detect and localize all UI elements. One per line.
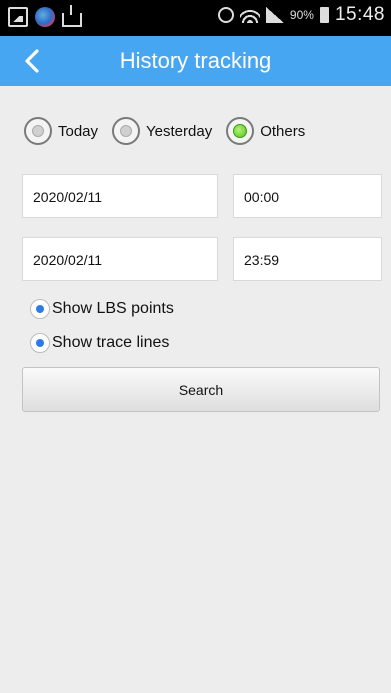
- radio-yesterday[interactable]: [112, 117, 141, 145]
- wifi-icon: [239, 7, 260, 23]
- search-button[interactable]: Search: [22, 367, 380, 412]
- show-trace-option[interactable]: Show trace lines: [30, 333, 169, 353]
- status-right-icons: 90% 15:48: [217, 4, 385, 26]
- radio-today[interactable]: [24, 117, 52, 145]
- title-bar: History tracking: [0, 36, 391, 86]
- battery-icon: [319, 7, 329, 23]
- signal-icon: [265, 7, 284, 23]
- download-icon: [62, 5, 82, 27]
- end-date-field[interactable]: 2020/02/11: [22, 237, 218, 281]
- status-time: 15:48: [334, 4, 385, 25]
- show-lbs-option[interactable]: Show LBS points: [30, 299, 174, 319]
- page-title: History tracking: [119, 48, 272, 73]
- battery-percent: 90%: [289, 8, 314, 22]
- start-date-field[interactable]: 2020/02/11: [22, 174, 218, 218]
- start-time-field[interactable]: 00:00: [233, 174, 382, 218]
- range-option-yesterday[interactable]: Yesterday: [112, 117, 212, 145]
- range-label-others: Others: [260, 122, 306, 140]
- radio-others[interactable]: [226, 117, 255, 145]
- range-option-today[interactable]: Today: [24, 117, 98, 145]
- show-trace-label: Show trace lines: [52, 334, 170, 351]
- alarm-icon: [217, 7, 234, 23]
- app-icon: [35, 7, 55, 27]
- show-lbs-radio[interactable]: [30, 299, 50, 319]
- date-range-group: Today Yesterday Others: [24, 117, 319, 145]
- show-lbs-label: Show LBS points: [52, 300, 174, 317]
- status-left-icons: [8, 5, 82, 27]
- gallery-icon: [8, 7, 28, 27]
- show-trace-radio[interactable]: [30, 333, 50, 353]
- range-option-others[interactable]: Others: [226, 117, 305, 145]
- range-label-today: Today: [58, 122, 99, 140]
- end-time-field[interactable]: 23:59: [233, 237, 382, 281]
- status-bar: 90% 15:48: [0, 0, 391, 36]
- range-label-yesterday: Yesterday: [146, 122, 213, 140]
